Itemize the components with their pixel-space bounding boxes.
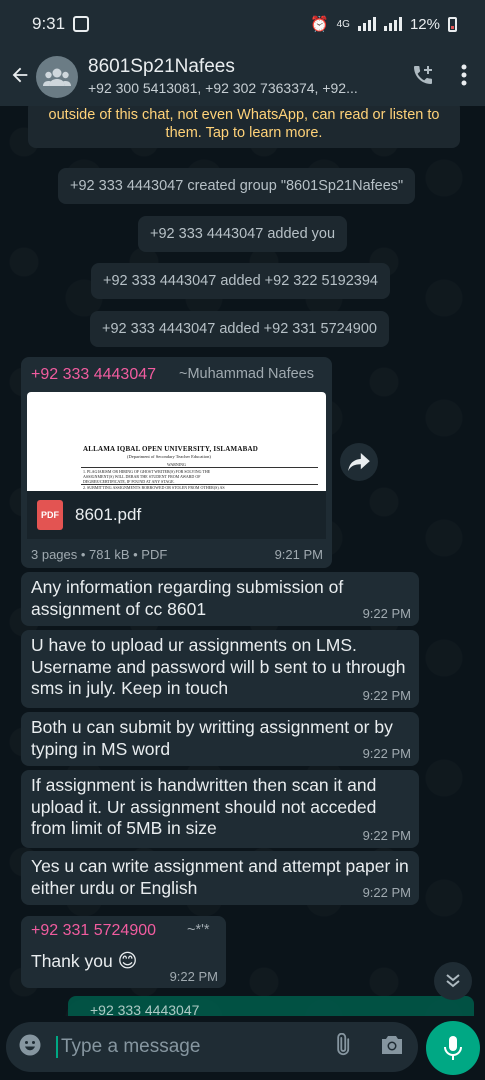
signal-icon	[357, 17, 376, 31]
message-text: Any information regarding submission of …	[31, 577, 344, 619]
message-time: 9:22 PM	[169, 969, 218, 984]
message-time: 9:22 PM	[362, 606, 411, 621]
message-text: U have to upload ur assignments on LMS. …	[31, 635, 406, 698]
message-input[interactable]: Type a message	[6, 1022, 418, 1072]
signal-icon-2	[383, 17, 402, 31]
paperclip-icon[interactable]	[330, 1032, 354, 1062]
document-filename: 8601.pdf	[75, 505, 142, 524]
message-bubble[interactable]: Yes u can write assignment and attempt p…	[21, 851, 419, 905]
chat-header-info[interactable]: 8601Sp21Nafees +92 300 5413081, +92 302 …	[88, 56, 387, 98]
message-text: Thank you 😊	[31, 950, 137, 973]
preview-rule	[81, 467, 318, 468]
sender-phone[interactable]: +92 331 5724900	[31, 922, 156, 940]
message-bubble[interactable]: Both u can submit by writting assignment…	[21, 712, 419, 766]
chat-header: 8601Sp21Nafees +92 300 5413081, +92 302 …	[0, 48, 485, 106]
document-meta: 3 pages • 781 kB • PDF	[31, 547, 168, 562]
message-time: 9:22 PM	[362, 885, 411, 900]
group-avatar-icon[interactable]	[36, 56, 78, 98]
status-time: 9:31	[32, 14, 66, 33]
scroll-down-button[interactable]	[434, 962, 472, 1000]
reply-message[interactable]: +92 331 5724900 ~*'* Thank you 😊 9:22 PM	[21, 916, 226, 988]
message-time: 9:22 PM	[362, 688, 411, 703]
composer-bar: Type a message	[0, 1016, 485, 1080]
message-time: 9:22 PM	[362, 828, 411, 843]
message-bubble[interactable]: U have to upload ur assignments on LMS. …	[21, 630, 419, 708]
header-actions	[387, 63, 485, 92]
system-message: +92 333 4443047 added +92 331 5724900	[90, 311, 389, 347]
sender-name: ~Muhammad Nafees	[179, 366, 314, 382]
back-arrow-icon[interactable]	[0, 62, 36, 93]
system-message: +92 333 4443047 added you	[138, 216, 348, 252]
message-text: If assignment is handwritten then scan i…	[31, 775, 377, 838]
message-text: Both u can submit by writting assignment…	[31, 717, 393, 759]
more-options-icon[interactable]	[461, 64, 467, 91]
system-message: +92 333 4443047 created group "8601Sp21N…	[58, 168, 416, 204]
message-time: 9:22 PM	[362, 746, 411, 761]
sender-phone[interactable]: +92 333 4443047	[31, 366, 156, 384]
reply-text: Thank you	[31, 951, 113, 971]
preview-subtitle: (Department of Secondary Teacher Educati…	[127, 454, 211, 459]
document-file[interactable]: PDF 8601.pdf	[27, 491, 326, 539]
alarm-icon: ⏰	[309, 16, 329, 33]
status-bar: 9:31 ⏰ 4G 12%	[0, 0, 485, 48]
battery-icon	[448, 16, 457, 32]
battery-percent: 12%	[409, 15, 440, 33]
message-bubble[interactable]: Any information regarding submission of …	[21, 572, 419, 626]
message-placeholder: Type a message	[56, 1036, 330, 1058]
add-call-icon[interactable]	[411, 63, 435, 92]
group-members: +92 300 5413081, +92 302 7363374, +92...	[88, 80, 358, 96]
group-title: 8601Sp21Nafees	[88, 56, 235, 77]
emoji-icon[interactable]	[18, 1033, 42, 1062]
chat-area[interactable]: outside of this chat, not even WhatsApp,…	[0, 106, 485, 1016]
smile-emoji-icon: 😊	[117, 951, 138, 972]
gallery-notification-icon	[73, 16, 90, 32]
status-icons: ⏰ 4G 12%	[310, 15, 457, 33]
document-message[interactable]: +92 333 4443047 ~Muhammad Nafees ALLAMA …	[21, 357, 332, 568]
encryption-notice[interactable]: outside of this chat, not even WhatsApp,…	[28, 106, 460, 148]
message-text: Yes u can write assignment and attempt p…	[31, 856, 409, 898]
document-preview[interactable]: ALLAMA IQBAL OPEN UNIVERSITY, ISLAMABAD …	[27, 392, 326, 491]
outgoing-message-partial[interactable]: +92 333 4443047	[68, 996, 474, 1016]
preview-line: 2. SUBMITTING ASSIGNMENTS BORROWED OR ST…	[83, 485, 225, 490]
message-bubble[interactable]: If assignment is handwritten then scan i…	[21, 770, 419, 848]
sender-name: ~*'*	[187, 922, 210, 938]
network-type: 4G	[336, 18, 350, 30]
camera-icon[interactable]	[380, 1034, 404, 1061]
preview-title: ALLAMA IQBAL OPEN UNIVERSITY, ISLAMABAD	[83, 445, 258, 453]
mic-button[interactable]	[426, 1021, 480, 1075]
pdf-file-icon: PDF	[37, 500, 63, 530]
forward-button[interactable]	[340, 443, 378, 481]
message-time: 9:21 PM	[274, 547, 323, 562]
system-message: +92 333 4443047 added +92 322 5192394	[91, 263, 390, 299]
